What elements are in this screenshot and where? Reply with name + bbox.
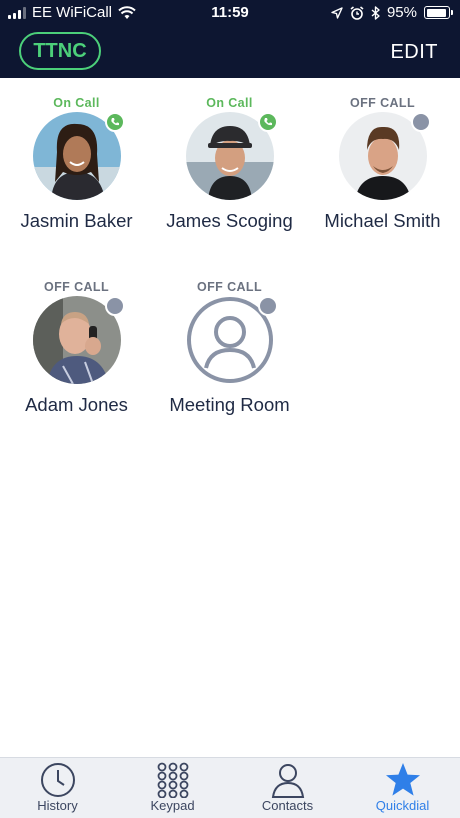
- status-right: 95%: [331, 4, 453, 21]
- avatar: [32, 296, 125, 384]
- star-icon: [385, 762, 421, 798]
- avatar: [32, 112, 125, 200]
- contact-name: Jasmin Baker: [20, 210, 133, 231]
- off-call-badge-icon: [257, 296, 278, 316]
- contact-name: James Scoging: [166, 210, 293, 231]
- call-status-label: OFF CALL: [44, 280, 109, 294]
- tab-quickdial[interactable]: Quickdial: [345, 758, 460, 818]
- contact-tile-michael-smith[interactable]: OFF CALL Michael Smith: [306, 94, 459, 232]
- alarm-icon: [350, 5, 364, 20]
- brand-logo-button[interactable]: TTNC: [19, 32, 101, 70]
- tab-label: Keypad: [150, 798, 195, 813]
- edit-button[interactable]: EDIT: [390, 41, 438, 64]
- battery-icon: [424, 6, 453, 19]
- bottom-tab-bar: History Keypad Contacts Quickdial: [0, 757, 460, 818]
- keypad-icon: [155, 762, 191, 798]
- on-call-badge-icon: [257, 112, 278, 132]
- tab-label: History: [37, 798, 78, 813]
- top-bar: EE WiFiCall 11:59 95% TTNC EDIT: [0, 0, 460, 78]
- call-status-label: OFF CALL: [350, 96, 415, 110]
- person-icon: [270, 762, 306, 798]
- tab-label: Contacts: [261, 798, 314, 813]
- call-status-label: On Call: [53, 96, 100, 110]
- off-call-badge-icon: [104, 296, 125, 316]
- avatar: [185, 112, 278, 200]
- clock-icon: [40, 762, 76, 798]
- contact-tile-adam-jones[interactable]: OFF CALL Adam Jones: [0, 278, 153, 416]
- contact-tile-james-scoging[interactable]: On Call James Scoging: [153, 94, 306, 232]
- call-status-label: OFF CALL: [197, 280, 262, 294]
- avatar: [338, 112, 431, 200]
- off-call-badge-icon: [410, 112, 431, 132]
- tab-history[interactable]: History: [0, 758, 115, 818]
- tab-label: Quickdial: [375, 798, 430, 813]
- battery-percent: 95%: [386, 4, 417, 21]
- tab-contacts[interactable]: Contacts: [230, 758, 345, 818]
- on-call-badge-icon: [104, 112, 125, 132]
- call-status-label: On Call: [206, 96, 253, 110]
- status-bar: EE WiFiCall 11:59 95%: [0, 0, 460, 26]
- contact-name: Meeting Room: [169, 394, 290, 415]
- tab-keypad[interactable]: Keypad: [115, 758, 230, 818]
- bluetooth-icon: [371, 5, 380, 20]
- avatar: [186, 296, 278, 384]
- contact-tile-meeting-room[interactable]: OFF CALL Meeting Room: [153, 278, 306, 416]
- location-arrow-icon: [331, 6, 343, 19]
- contact-tile-jasmin-baker[interactable]: On Call Jasmin Baker: [0, 94, 153, 232]
- contact-name: Adam Jones: [25, 394, 128, 415]
- contact-name: Michael Smith: [324, 210, 441, 231]
